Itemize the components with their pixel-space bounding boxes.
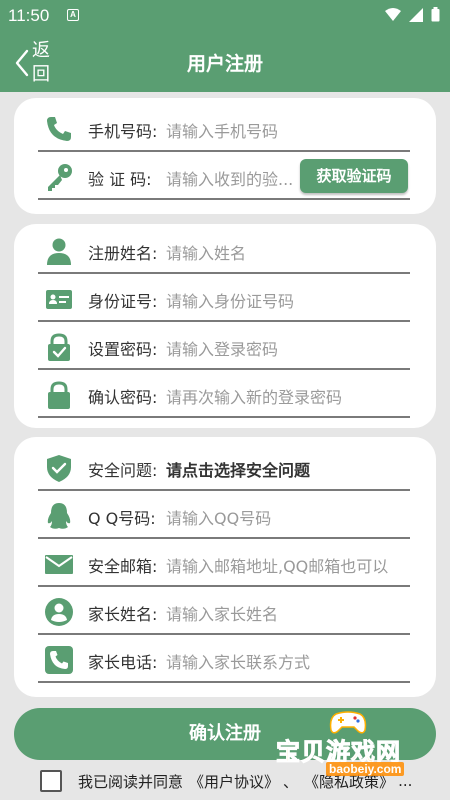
security-question-row[interactable]: 安全问题: 请点击选择安全问题 [38, 445, 410, 491]
qq-label: Q Q号码: [88, 509, 156, 528]
lock-icon [48, 381, 70, 409]
phone-label: 手机号码: [88, 122, 158, 141]
person-icon [47, 238, 71, 265]
mail-icon [45, 555, 73, 574]
code-label: 验 证 码: [88, 170, 152, 189]
page-title: 用户注册 [186, 53, 263, 75]
phone-square-icon [45, 646, 73, 674]
qq-icon [47, 503, 71, 529]
agreement-checkbox[interactable] [40, 770, 62, 792]
battery-icon [431, 7, 440, 22]
parent-name-row[interactable]: 家长姓名: 请输入家长姓名 [38, 589, 410, 635]
qq-input[interactable]: 请输入QQ号码 [166, 505, 271, 529]
status-time: 11:50 [8, 6, 50, 25]
notification-badge: A [67, 9, 79, 21]
parent-phone-label: 家长电话: [88, 653, 158, 672]
email-input[interactable]: 请输入邮箱地址,QQ邮箱也可以 [166, 553, 410, 577]
system-icons [385, 7, 440, 22]
app-bar: 返回 用户注册 [0, 32, 450, 92]
security-question-label: 安全问题: [88, 461, 158, 480]
email-label: 安全邮箱: [88, 557, 158, 576]
code-row[interactable]: 验 证 码: 请输入收到的验... 获取验证码 [38, 154, 410, 200]
phone-input[interactable]: 请输入手机号码 [166, 118, 278, 142]
confirm-password-input[interactable]: 请再次输入新的登录密码 [166, 384, 342, 408]
security-question-select[interactable]: 请点击选择安全问题 [166, 457, 310, 481]
phone-icon [47, 117, 71, 141]
confirm-password-label: 确认密码: [88, 388, 158, 407]
phone-row[interactable]: 手机号码: 请输入手机号码 [38, 106, 410, 152]
id-label: 身份证号: [88, 292, 158, 311]
confirm-password-row[interactable]: 确认密码: 请再次输入新的登录密码 [38, 372, 410, 418]
shield-check-icon [47, 455, 71, 482]
email-row[interactable]: 安全邮箱: 请输入邮箱地址,QQ邮箱也可以 [38, 541, 410, 587]
agreement-text: 我已阅读并同意 [78, 772, 184, 791]
safety-card: 安全问题: 请点击选择安全问题 Q Q号码: 请输入QQ号码 安全邮箱: 请输入… [14, 437, 436, 697]
password-input[interactable]: 请输入登录密码 [166, 336, 278, 360]
get-code-button[interactable]: 获取验证码 [300, 159, 408, 193]
lock-check-icon [48, 333, 70, 361]
code-input[interactable]: 请输入收到的验... [166, 166, 302, 190]
watermark-url: baobeiy.com [326, 762, 405, 776]
parent-name-input[interactable]: 请输入家长姓名 [166, 601, 278, 625]
status-bar: 11:50 A [0, 0, 450, 32]
parent-name-label: 家长姓名: [88, 605, 158, 624]
watermark: 宝贝游戏网 baobeiy.com [272, 710, 422, 780]
name-input[interactable]: 请输入姓名 [166, 240, 246, 264]
parent-phone-row[interactable]: 家长电话: 请输入家长联系方式 [38, 637, 410, 683]
id-row[interactable]: 身份证号: 请输入身份证号码 [38, 276, 410, 322]
user-agreement-link[interactable]: 《用户协议》 [189, 771, 279, 792]
name-label: 注册姓名: [88, 244, 158, 263]
signal-icon [409, 7, 423, 22]
id-input[interactable]: 请输入身份证号码 [166, 288, 294, 312]
qq-row[interactable]: Q Q号码: 请输入QQ号码 [38, 493, 410, 539]
phone-card: 手机号码: 请输入手机号码 验 证 码: 请输入收到的验... 获取验证码 [14, 98, 436, 214]
key-icon [48, 164, 72, 191]
password-row[interactable]: 设置密码: 请输入登录密码 [38, 324, 410, 370]
id-card-icon [46, 290, 72, 309]
name-row[interactable]: 注册姓名: 请输入姓名 [38, 228, 410, 274]
wifi-icon [385, 7, 401, 21]
person-circle-icon [45, 598, 73, 626]
password-label: 设置密码: [88, 340, 158, 359]
parent-phone-input[interactable]: 请输入家长联系方式 [166, 649, 310, 673]
account-card: 注册姓名: 请输入姓名 身份证号: 请输入身份证号码 设置密码: 请输入登录密码… [14, 224, 436, 428]
